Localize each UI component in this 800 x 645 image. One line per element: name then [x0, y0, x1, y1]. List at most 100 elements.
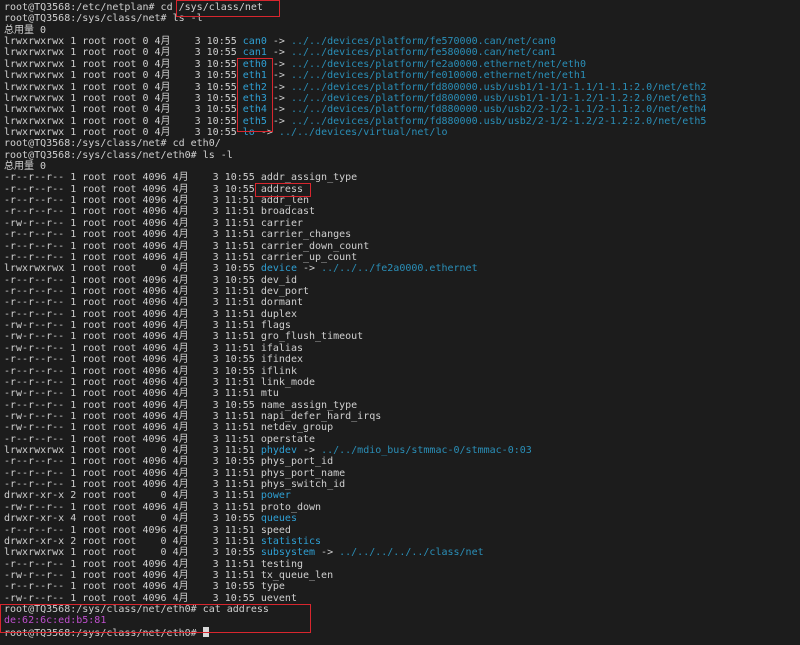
entry-meta: -r--r--r-- 1 root root 4096 4月 3 11:51: [4, 467, 261, 479]
ls-entry: -r--r--r-- 1 root root 4096 4月 3 10:55 a…: [4, 184, 706, 195]
entry-meta: -rw-r--r-- 1 root root 4096 4月 3 11:51: [4, 410, 261, 422]
entry-meta: -rw-r--r-- 1 root root 4096 4月 3 10:55: [4, 592, 261, 604]
command-line: root@TQ3568:/sys/class/net/eth0# cat add…: [4, 604, 706, 615]
entry-name: flags: [260, 320, 291, 332]
entry-meta: -rw-r--r-- 1 root root 4096 4月 3 11:51: [4, 388, 261, 400]
shell-prompt: root@TQ3568:/sys/class/net/eth0#: [4, 604, 203, 616]
ls-entry: -r--r--r-- 1 root root 4096 4月 3 11:51 t…: [4, 559, 706, 570]
terminal-output[interactable]: root@TQ3568:/etc/netplan# cd /sys/class/…: [4, 2, 707, 639]
entry-name: lo: [242, 126, 255, 138]
entry-name: carrier: [260, 217, 303, 229]
entry-meta: -r--r--r-- 1 root root 4096 4月 3 10:55: [4, 365, 261, 377]
entry-name: type: [260, 581, 285, 593]
symlink-target: ../../devices/platform/fe010000.ethernet…: [290, 70, 586, 82]
command-text: ls -l: [172, 13, 203, 25]
ls-entry: -rw-r--r-- 1 root root 4096 4月 3 10:55 u…: [4, 593, 706, 604]
entry-meta: -rw-r--r-- 1 root root 4096 4月 3 11:51: [4, 501, 261, 513]
entry-meta: lrwxrwxrwx 1 root root 0 4月 3 10:55: [4, 58, 243, 70]
symlink-arrow: ->: [254, 126, 279, 138]
entry-name: carrier_changes: [260, 229, 352, 241]
ls-entry: lrwxrwxrwx 1 root root 0 4月 3 10:55 eth3…: [4, 93, 706, 104]
entry-meta: -rw-r--r-- 1 root root 4096 4月 3 11:51: [4, 217, 261, 229]
entry-name: address: [260, 183, 303, 195]
symlink-target: ../../devices/platform/fd880000.usb/usb2…: [290, 115, 707, 127]
entry-meta: drwxr-xr-x 4 root root 0 4月 3 10:55: [4, 513, 261, 525]
entry-name: eth2: [242, 81, 267, 93]
entry-meta: -r--r--r-- 1 root root 4096 4月 3 11:51: [4, 433, 261, 445]
entry-meta: -r--r--r-- 1 root root 4096 4月 3 11:51: [4, 206, 261, 218]
shell-prompt: root@TQ3568:/sys/class/net/eth0#: [4, 627, 203, 639]
entry-name: broadcast: [260, 206, 316, 218]
symlink-target: ../../../fe2a0000.ethernet: [321, 263, 478, 275]
ls-entry: -r--r--r-- 1 root root 4096 4月 3 11:51 a…: [4, 195, 706, 206]
shell-prompt: root@TQ3568:/sys/class/net#: [4, 138, 173, 150]
entry-meta: -r--r--r-- 1 root root 4096 4月 3 11:51: [4, 251, 261, 263]
symlink-target: ../../devices/virtual/net/lo: [278, 126, 448, 138]
entry-name: phydev: [260, 445, 297, 457]
entry-name: carrier_up_count: [260, 251, 358, 263]
entry-meta: lrwxrwxrwx 1 root root 0 4月 3 10:55: [4, 547, 261, 559]
entry-name: ifindex: [260, 354, 303, 366]
symlink-target: ../../devices/platform/fd800000.usb/usb1…: [290, 81, 707, 93]
entry-meta: -r--r--r-- 1 root root 4096 4月 3 11:51: [4, 297, 261, 309]
entry-meta: lrwxrwxrwx 1 root root 0 4月 3 10:55: [4, 36, 243, 48]
shell-prompt: root@TQ3568:/sys/class/net/eth0#: [4, 149, 203, 161]
ls-entry: lrwxrwxrwx 1 root root 0 4月 3 10:55 eth4…: [4, 104, 706, 115]
entry-name: eth0: [242, 58, 267, 70]
entry-meta: -r--r--r-- 1 root root 4096 4月 3 11:51: [4, 558, 261, 570]
ls-entry: lrwxrwxrwx 1 root root 0 4月 3 10:55 devi…: [4, 263, 706, 274]
shell-prompt: root@TQ3568:/sys/class/net#: [4, 13, 173, 25]
entry-name: can0: [242, 36, 267, 48]
symlink-arrow: ->: [266, 70, 291, 82]
entry-name: dev_port: [260, 285, 310, 297]
entry-meta: -r--r--r-- 1 root root 4096 4月 3 10:55: [4, 581, 261, 593]
symlink-target: ../../devices/platform/fe580000.can/net/…: [290, 47, 556, 59]
entry-name: carrier_down_count: [260, 240, 370, 252]
command-text: cd /sys/class/net: [160, 2, 263, 13]
ls-entry: -rw-r--r-- 1 root root 4096 4月 3 11:51 c…: [4, 218, 706, 229]
entry-name: device: [260, 263, 297, 275]
ls-entry: -rw-r--r-- 1 root root 4096 4月 3 11:51 n…: [4, 411, 706, 422]
terminal-cursor[interactable]: [202, 626, 209, 637]
output-line: 总用量 0: [4, 25, 706, 36]
symlink-arrow: ->: [315, 547, 340, 559]
entry-meta: drwxr-xr-x 2 root root 0 4月 3 11:51: [4, 490, 261, 502]
entry-meta: lrwxrwxrwx 1 root root 0 4月 3 10:55: [4, 104, 243, 116]
shell-prompt: root@TQ3568:/etc/netplan#: [4, 2, 161, 13]
entry-meta: lrwxrwxrwx 1 root root 0 4月 3 10:55: [4, 81, 243, 93]
entry-name: queues: [260, 513, 297, 525]
symlink-target: ../../devices/platform/fe2a0000.ethernet…: [290, 58, 586, 70]
symlink-arrow: ->: [296, 263, 322, 275]
output-line: de:62:6c:ed:b5:81: [4, 615, 706, 626]
symlink-arrow: ->: [296, 445, 322, 457]
ls-entry: lrwxrwxrwx 1 root root 0 4月 3 10:55 eth2…: [4, 82, 706, 93]
ls-entry: -rw-r--r-- 1 root root 4096 4月 3 11:51 t…: [4, 570, 706, 581]
mac-address: de:62:6c:ed:b5:81: [4, 615, 107, 627]
output-line: 总用量 0: [4, 161, 706, 172]
entry-meta: -r--r--r-- 1 root root 4096 4月 3 10:55: [4, 172, 261, 184]
ls-entry: -r--r--r-- 1 root root 4096 4月 3 10:55 t…: [4, 581, 706, 592]
ls-entry: -r--r--r-- 1 root root 4096 4月 3 11:51 c…: [4, 241, 706, 252]
entry-meta: -r--r--r-- 1 root root 4096 4月 3 11:51: [4, 229, 261, 241]
ls-entry: lrwxrwxrwx 1 root root 0 4月 3 10:55 subs…: [4, 547, 706, 558]
entry-meta: lrwxrwxrwx 1 root root 0 4月 3 10:55: [4, 263, 261, 275]
ls-entry: -rw-r--r-- 1 root root 4096 4月 3 11:51 n…: [4, 422, 706, 433]
ls-entry: -r--r--r-- 1 root root 4096 4月 3 11:51 p…: [4, 479, 706, 490]
ls-entry: -r--r--r-- 1 root root 4096 4月 3 10:55 d…: [4, 275, 706, 286]
entry-meta: -r--r--r-- 1 root root 4096 4月 3 11:51: [4, 376, 261, 388]
output-text: 总用量 0: [4, 24, 47, 36]
symlink-arrow: ->: [266, 58, 291, 70]
ls-entry: lrwxrwxrwx 1 root root 0 4月 3 11:51 phyd…: [4, 445, 706, 456]
symlink-arrow: ->: [266, 104, 291, 116]
entry-name: eth5: [242, 115, 267, 127]
command-line: root@TQ3568:/sys/class/net# cd eth0/: [4, 138, 706, 149]
entry-name: netdev_group: [260, 422, 334, 434]
entry-meta: lrwxrwxrwx 1 root root 0 4月 3 10:55: [4, 92, 243, 104]
ls-entry: -rw-r--r-- 1 root root 4096 4月 3 11:51 m…: [4, 388, 706, 399]
command-line: root@TQ3568:/sys/class/net/eth0#: [4, 626, 706, 639]
entry-name: addr_assign_type: [260, 172, 358, 184]
symlink-arrow: ->: [266, 115, 291, 127]
output-text: 总用量 0: [4, 161, 47, 173]
symlink-arrow: ->: [266, 81, 291, 93]
entry-name: eth4: [242, 104, 267, 116]
